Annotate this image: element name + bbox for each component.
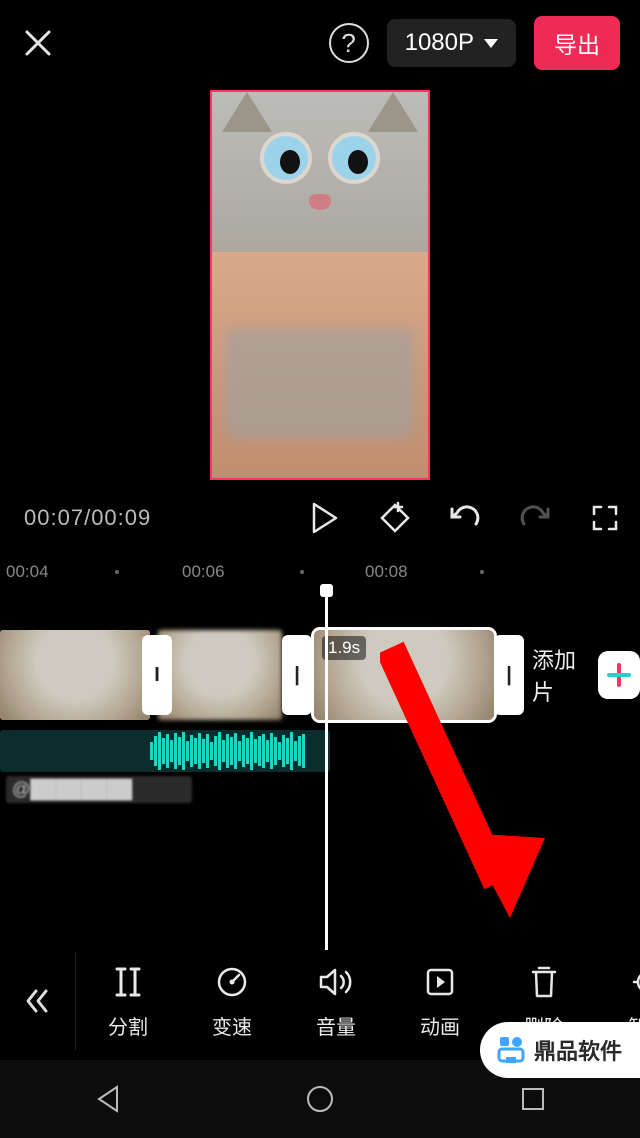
- timecode: 00:07/00:09: [24, 505, 151, 531]
- close-button[interactable]: [20, 25, 56, 61]
- tool-label: 变速: [212, 1011, 252, 1040]
- timeline-ruler[interactable]: 00:04 00:06 00:08: [0, 558, 640, 586]
- video-clip-selected[interactable]: 1.9s: [314, 630, 494, 720]
- clip-handle-left[interactable]: |: [282, 635, 312, 715]
- nav-recent-button[interactable]: [509, 1075, 557, 1123]
- clip-handle-right[interactable]: |: [494, 635, 524, 715]
- delete-icon: [525, 963, 563, 1001]
- clip-duration-badge: 1.9s: [322, 636, 366, 660]
- split-icon: [109, 963, 147, 1001]
- animation-icon: [421, 963, 459, 1001]
- nav-back-button[interactable]: [83, 1075, 131, 1123]
- speed-icon: [213, 963, 251, 1001]
- tool-anim[interactable]: 动画: [388, 963, 492, 1040]
- redo-button[interactable]: [508, 491, 562, 545]
- video-preview[interactable]: [0, 90, 640, 480]
- resolution-value: 1080P: [405, 29, 474, 57]
- audio-author-label: @████████: [6, 776, 192, 803]
- keyframe-button[interactable]: [368, 491, 422, 545]
- export-button[interactable]: 导出: [534, 16, 620, 70]
- smart-icon: [629, 963, 640, 1001]
- add-segment-button[interactable]: 添加片: [532, 630, 640, 720]
- watermark-badge: 鼎品软件: [480, 1022, 640, 1078]
- volume-icon: [317, 963, 355, 1001]
- tool-label: 音量: [316, 1011, 356, 1040]
- waveform-icon: [150, 730, 330, 772]
- playback-controls: 00:07/00:09: [0, 490, 640, 546]
- plus-icon: [598, 651, 640, 699]
- video-clip-1[interactable]: [0, 630, 150, 720]
- watermark-text: 鼎品软件: [534, 1034, 622, 1066]
- nav-home-button[interactable]: [296, 1075, 344, 1123]
- preview-frame: [210, 90, 430, 480]
- timeline[interactable]: I | 1.9s | 添加片 @████████: [0, 618, 640, 828]
- watermark-logo-icon: [496, 1035, 526, 1065]
- chevron-down-icon: [484, 39, 498, 48]
- fullscreen-button[interactable]: [578, 491, 632, 545]
- undo-button[interactable]: [438, 491, 492, 545]
- playhead[interactable]: [325, 590, 328, 950]
- tool-split[interactable]: 分割: [76, 963, 180, 1040]
- clip-handle-split[interactable]: I: [142, 635, 172, 715]
- audio-track[interactable]: [0, 730, 330, 772]
- tool-label: 分割: [108, 1011, 148, 1040]
- tool-label: 动画: [420, 1011, 460, 1040]
- video-clip-2[interactable]: [158, 630, 282, 720]
- help-button[interactable]: ?: [329, 23, 369, 63]
- play-button[interactable]: [298, 491, 352, 545]
- tool-speed[interactable]: 变速: [180, 963, 284, 1040]
- toolbar-back-button[interactable]: [0, 952, 76, 1050]
- resolution-dropdown[interactable]: 1080P: [387, 19, 516, 67]
- tool-volume[interactable]: 音量: [284, 963, 388, 1040]
